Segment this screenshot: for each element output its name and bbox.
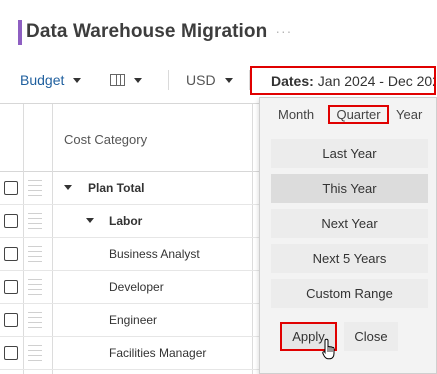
- row-checkbox[interactable]: [4, 346, 18, 360]
- drag-handle-icon[interactable]: [28, 246, 42, 262]
- chevron-down-icon: [134, 77, 142, 83]
- table-row[interactable]: Engineer: [0, 304, 260, 337]
- column-header-cost-category[interactable]: Cost Category: [64, 132, 147, 147]
- row-checkbox[interactable]: [4, 247, 18, 261]
- cost-grid: Cost Category Plan Total Labor Business …: [0, 103, 260, 374]
- budget-label: Budget: [20, 72, 65, 88]
- hand-cursor-icon: [322, 338, 335, 360]
- page-title: Data Warehouse Migration: [26, 21, 268, 42]
- drag-handle-icon[interactable]: [28, 312, 42, 328]
- grid-header: Cost Category: [0, 104, 260, 172]
- row-checkbox[interactable]: [4, 280, 18, 294]
- row-checkbox[interactable]: [4, 214, 18, 228]
- toolbar-divider: [168, 70, 169, 90]
- currency-dropdown[interactable]: USD: [186, 62, 233, 98]
- row-label: Developer: [109, 280, 164, 294]
- page-title-bar: Data Warehouse Migration ···: [18, 18, 292, 46]
- chevron-down-icon: [224, 77, 233, 83]
- drag-handle-icon[interactable]: [28, 279, 42, 295]
- drag-handle-icon[interactable]: [28, 345, 42, 361]
- dates-selector[interactable]: Dates: Jan 2024 - Dec 2024: [250, 66, 436, 95]
- table-row[interactable]: Business Analyst: [0, 238, 260, 271]
- dates-value: Jan 2024 - Dec 2024: [317, 72, 436, 89]
- tab-quarter[interactable]: Quarter: [328, 105, 389, 124]
- row-checkbox[interactable]: [4, 313, 18, 327]
- date-range-panel: Month Quarter Year Last Year This Year N…: [259, 97, 437, 374]
- row-label: Facilities Manager: [109, 346, 207, 360]
- row-label: Engineer: [109, 313, 158, 327]
- title-accent-bar: [18, 19, 22, 45]
- drag-handle-icon[interactable]: [28, 213, 42, 229]
- row-checkbox[interactable]: [4, 181, 18, 195]
- row-label: Plan Total: [88, 181, 145, 195]
- row-label: Labor: [109, 214, 143, 228]
- currency-label: USD: [186, 72, 216, 88]
- expand-toggle-icon[interactable]: [86, 218, 94, 223]
- row-label: Business Analyst: [109, 247, 200, 261]
- tab-month[interactable]: Month: [278, 107, 314, 122]
- columns-dropdown[interactable]: [110, 62, 142, 98]
- table-row[interactable]: Developer: [0, 271, 260, 304]
- preset-this-year-button[interactable]: This Year: [271, 174, 428, 203]
- chevron-down-icon: [73, 77, 82, 83]
- more-options-icon[interactable]: ···: [275, 23, 292, 39]
- preset-next-year-button[interactable]: Next Year: [271, 209, 428, 238]
- drag-handle-icon[interactable]: [28, 180, 42, 196]
- expand-toggle-icon[interactable]: [64, 185, 72, 190]
- columns-icon: [110, 74, 125, 86]
- tab-year[interactable]: Year: [396, 107, 422, 122]
- preset-last-year-button[interactable]: Last Year: [271, 139, 428, 168]
- close-button[interactable]: Close: [344, 322, 398, 351]
- table-row[interactable]: Plan Total: [0, 172, 260, 205]
- preset-custom-range-button[interactable]: Custom Range: [271, 279, 428, 308]
- table-row[interactable]: Labor: [0, 205, 260, 238]
- preset-next-5-years-button[interactable]: Next 5 Years: [271, 244, 428, 273]
- dates-prefix: Dates:: [271, 72, 314, 89]
- granularity-tabs: Month Quarter Year: [260, 98, 437, 132]
- budget-dropdown[interactable]: Budget: [20, 62, 82, 98]
- table-row[interactable]: Facilities Manager: [0, 337, 260, 370]
